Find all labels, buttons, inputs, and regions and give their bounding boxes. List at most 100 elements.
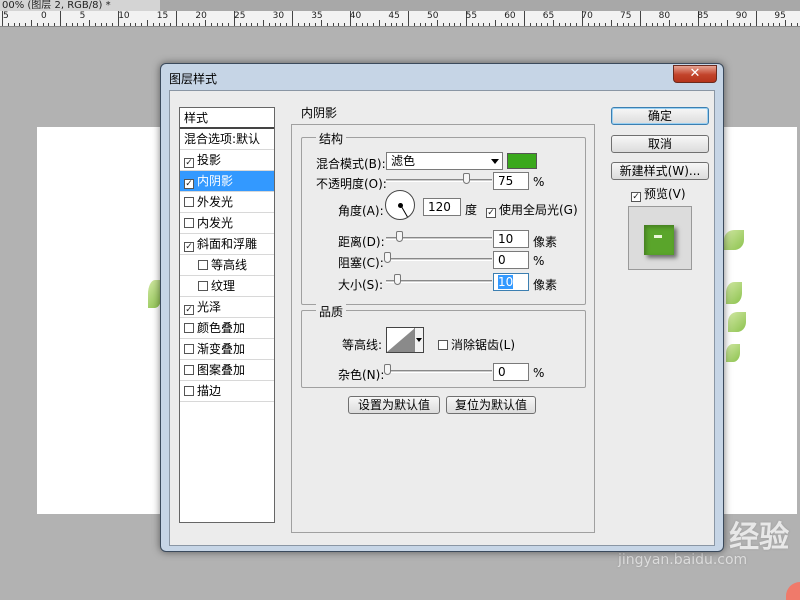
ruler-tick — [408, 11, 409, 26]
ruler-number: 5 — [3, 11, 9, 21]
style-item[interactable]: 内发光 — [180, 213, 274, 234]
style-item-label: 内发光 — [197, 216, 234, 230]
dialog-titlebar[interactable]: 图层样式 ✕ — [161, 64, 723, 90]
opacity-slider-thumb[interactable] — [462, 173, 470, 184]
ok-button[interactable]: 确定 — [611, 107, 709, 125]
style-item[interactable]: ✓ 斜面和浮雕 — [180, 234, 274, 255]
style-item-checkbox[interactable] — [184, 218, 194, 228]
ruler-tick — [263, 20, 264, 26]
style-item[interactable]: ✓ 内阴影 — [180, 171, 274, 192]
style-item-checkbox[interactable] — [184, 365, 194, 375]
contour-picker[interactable] — [386, 327, 424, 353]
distance-input[interactable]: 10 — [493, 230, 529, 248]
style-item-checkbox[interactable] — [184, 386, 194, 396]
ruler-tick — [176, 11, 177, 26]
angle-label: 角度(A): — [338, 204, 384, 218]
noise-slider-thumb[interactable] — [384, 364, 391, 375]
ruler-tick — [761, 23, 763, 26]
global-light-check: ✓ — [486, 208, 496, 218]
ruler-tick — [13, 23, 15, 26]
style-item[interactable]: 渐变叠加 — [180, 339, 274, 360]
choke-label: 阻塞(C): — [338, 256, 384, 270]
size-label: 大小(S): — [338, 278, 384, 292]
inner-shadow-title: 内阴影 — [298, 104, 341, 121]
reset-default-button[interactable]: 复位为默认值 — [446, 396, 536, 414]
ruler-tick — [524, 11, 525, 26]
ruler-tick — [692, 23, 694, 26]
contour-dropdown[interactable] — [414, 328, 423, 352]
ruler-tick — [593, 23, 595, 26]
global-light-checkbox[interactable]: ✓ 使用全局光(G) — [486, 201, 578, 218]
choke-unit: % — [533, 254, 545, 268]
opacity-slider-track[interactable] — [386, 179, 492, 182]
style-item-checkbox[interactable] — [198, 260, 208, 270]
style-item-checkbox[interactable]: ✓ — [184, 242, 194, 252]
ruler-tick — [448, 23, 450, 26]
style-item[interactable]: ✓ 投影 — [180, 150, 274, 171]
ruler-tick — [228, 23, 230, 26]
angle-dial[interactable] — [385, 190, 415, 220]
size-input[interactable]: 10 — [493, 273, 529, 291]
opacity-label: 不透明度(O): — [316, 177, 387, 191]
ruler-tick — [274, 23, 276, 26]
ruler-tick — [634, 23, 636, 26]
ruler-tick — [216, 23, 218, 26]
new-style-button[interactable]: 新建样式(W)... — [611, 162, 709, 180]
ruler-tick — [106, 23, 108, 26]
ruler-number: 95 — [774, 11, 786, 21]
style-item[interactable]: 描边 — [180, 381, 274, 402]
ruler-tick — [54, 23, 56, 26]
noise-slider-track[interactable] — [386, 370, 492, 373]
preview-checkbox[interactable]: ✓ 预览(V) — [631, 185, 686, 202]
ruler-tick — [280, 23, 282, 26]
ruler-tick — [541, 23, 543, 26]
size-slider-track[interactable] — [386, 280, 492, 283]
ruler-tick — [268, 23, 270, 26]
choke-slider-thumb[interactable] — [384, 252, 391, 263]
make-default-button[interactable]: 设置为默认值 — [348, 396, 440, 414]
choke-slider-track[interactable] — [386, 258, 492, 261]
ruler-tick — [355, 23, 357, 26]
style-item[interactable]: 纹理 — [180, 276, 274, 297]
styles-header[interactable]: 样式 — [180, 108, 274, 129]
style-item[interactable]: 等高线 — [180, 255, 274, 276]
style-item-checkbox[interactable] — [198, 281, 208, 291]
cancel-button[interactable]: 取消 — [611, 135, 709, 153]
angle-input[interactable]: 120 — [423, 198, 461, 216]
styles-list: 样式 混合选项:默认 ✓ 投影 ✓ 内阴影 外发光内发光 ✓ 斜面和浮雕 等高线 纹理 ✓ 光泽 颜色… — [179, 107, 275, 523]
style-item[interactable]: 颜色叠加 — [180, 318, 274, 339]
ruler-tick — [605, 23, 607, 26]
document-tab[interactable]: 00% (图层 2, RGB/8) * — [0, 0, 160, 11]
ruler-number: 0 — [41, 11, 47, 21]
ruler-tick — [361, 23, 363, 26]
choke-input[interactable]: 0 — [493, 251, 529, 269]
ruler-number: 30 — [272, 11, 285, 21]
ruler-tick — [576, 23, 578, 26]
style-item-checkbox[interactable]: ✓ — [184, 305, 194, 315]
antialias-checkbox[interactable]: 消除锯齿(L) — [438, 336, 515, 353]
style-item-checkbox[interactable]: ✓ — [184, 158, 194, 168]
style-item-checkbox[interactable] — [184, 323, 194, 333]
structure-title: 结构 — [316, 130, 347, 147]
close-button[interactable]: ✕ — [673, 65, 717, 83]
style-item[interactable]: 图案叠加 — [180, 360, 274, 381]
style-item-checkbox[interactable]: ✓ — [184, 179, 194, 189]
blend-mode-select[interactable]: 滤色 — [386, 152, 503, 170]
style-item[interactable]: ✓ 光泽 — [180, 297, 274, 318]
style-item[interactable]: 外发光 — [180, 192, 274, 213]
ruler-tick — [570, 23, 572, 26]
blend-options-item[interactable]: 混合选项:默认 — [180, 129, 274, 150]
noise-input[interactable]: 0 — [493, 363, 529, 381]
ruler-tick — [373, 23, 375, 26]
angle-dial-center — [398, 203, 403, 208]
style-item-checkbox[interactable] — [184, 197, 194, 207]
shadow-color-swatch[interactable] — [507, 153, 537, 169]
size-slider-thumb[interactable] — [394, 274, 401, 285]
distance-slider-thumb[interactable] — [396, 231, 403, 242]
opacity-input[interactable]: 75 — [493, 172, 529, 190]
style-item-checkbox[interactable] — [184, 344, 194, 354]
ruler-tick — [535, 23, 537, 26]
ruler-tick — [326, 23, 328, 26]
style-item-label: 描边 — [197, 384, 222, 398]
ruler-tick — [651, 23, 653, 26]
